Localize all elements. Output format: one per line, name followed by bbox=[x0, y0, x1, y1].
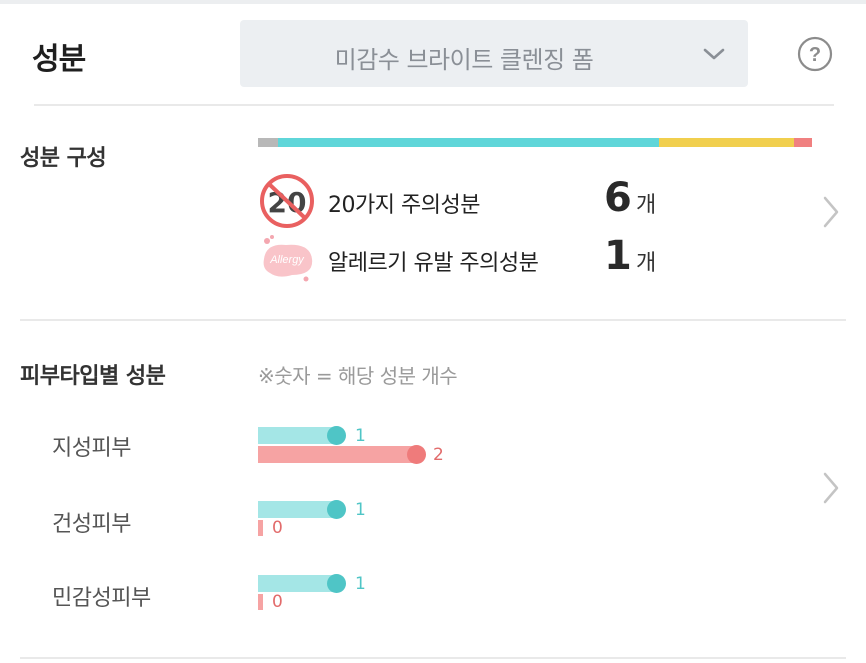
product-select[interactable]: 미감수 브라이트 클렌징 폼 bbox=[240, 20, 748, 87]
chevron-right-icon[interactable] bbox=[822, 470, 840, 506]
top-border bbox=[0, 0, 866, 4]
question-circle-icon[interactable]: ? bbox=[797, 36, 833, 72]
sensitive-bad-bar bbox=[258, 594, 263, 610]
svg-text:?: ? bbox=[809, 44, 821, 66]
caution-20-label: 20가지 주의성분 bbox=[328, 193, 480, 218]
bar-cap bbox=[327, 426, 346, 445]
divider bbox=[34, 104, 834, 106]
oily-bad-count: 2 bbox=[433, 445, 444, 465]
oily-bad-bar bbox=[258, 445, 426, 464]
composition-stacked-bar bbox=[258, 138, 812, 147]
bar-segment-yellow bbox=[659, 138, 794, 147]
bar-cap bbox=[327, 500, 346, 519]
allergy-unit: 개 bbox=[636, 251, 657, 276]
sensitive-good-count: 1 bbox=[355, 574, 366, 594]
divider bbox=[20, 657, 846, 659]
allergy-label: 알레르기 유발 주의성분 bbox=[328, 251, 539, 276]
oily-good-count: 1 bbox=[355, 426, 366, 446]
svg-text:Allergy: Allergy bbox=[269, 254, 305, 266]
dry-bad-bar bbox=[258, 520, 263, 536]
composition-title: 성분 구성 bbox=[20, 146, 107, 171]
dry-good-bar bbox=[258, 500, 346, 519]
bar-segment-gray bbox=[258, 138, 278, 147]
bar-cap bbox=[327, 574, 346, 593]
allergy-row[interactable]: Allergy 알레르기 유발 주의성분 1 개 bbox=[258, 231, 718, 287]
sensitive-good-bar bbox=[258, 574, 346, 593]
bar-cap bbox=[407, 445, 426, 464]
skin-type-label-sensitive: 민감성피부 bbox=[52, 586, 151, 611]
skin-type-title: 피부타입별 성분 bbox=[20, 364, 166, 389]
skin-type-label-dry: 건성피부 bbox=[52, 512, 131, 537]
allergy-icon: Allergy bbox=[263, 235, 313, 282]
caution-20-unit: 개 bbox=[636, 193, 657, 218]
skin-type-label-oily: 지성피부 bbox=[52, 436, 131, 461]
allergy-count: 1 bbox=[604, 233, 632, 279]
skin-type-note: ※숫자 = 해당 성분 개수 bbox=[258, 364, 458, 388]
no-20-icon: 20 bbox=[260, 174, 314, 228]
chevron-down-icon bbox=[703, 48, 725, 60]
sensitive-bad-count: 0 bbox=[272, 592, 283, 612]
divider bbox=[20, 319, 846, 321]
page-title: 성분 bbox=[32, 42, 86, 77]
chevron-right-icon[interactable] bbox=[822, 194, 840, 230]
oily-good-bar bbox=[258, 426, 346, 445]
caution-20-row[interactable]: 20 20가지 주의성분 6 개 bbox=[258, 173, 718, 229]
product-select-label: 미감수 브라이트 클렌징 폼 bbox=[334, 46, 594, 74]
dry-bad-count: 0 bbox=[272, 518, 283, 538]
bar-segment-teal bbox=[278, 138, 659, 147]
caution-20-count: 6 bbox=[604, 175, 632, 221]
dry-good-count: 1 bbox=[355, 500, 366, 520]
bar-segment-red bbox=[794, 138, 812, 147]
